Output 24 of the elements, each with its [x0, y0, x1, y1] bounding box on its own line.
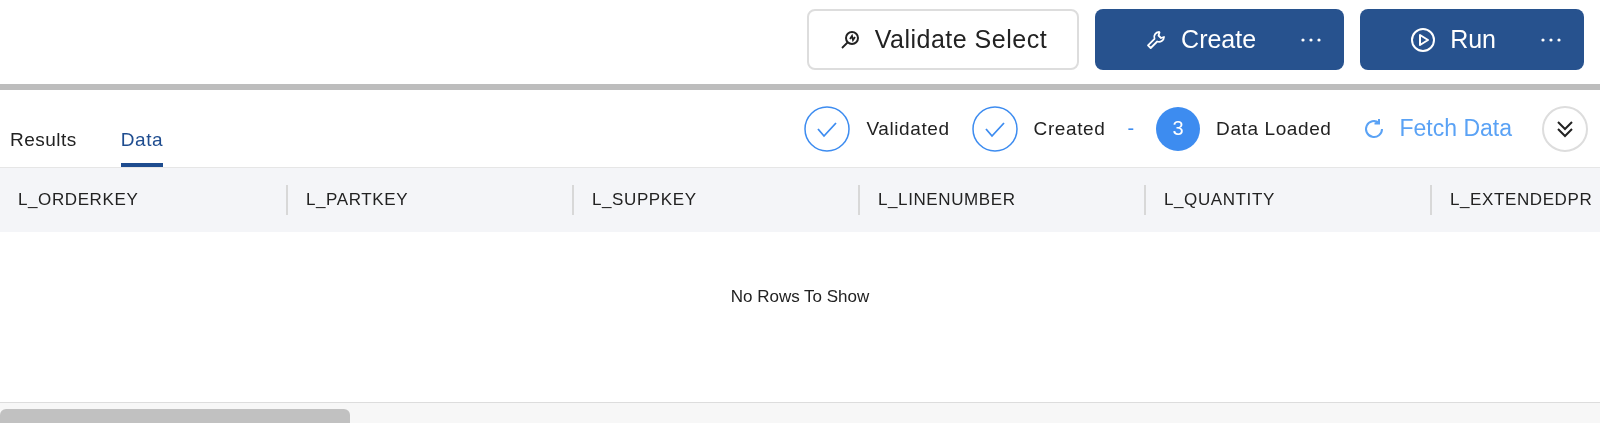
collapse-button[interactable] [1542, 105, 1588, 152]
scrollbar-thumb[interactable] [0, 409, 350, 423]
step-label: Data Loaded [1216, 117, 1332, 140]
step-separator: - [1127, 117, 1135, 141]
step-label: Validated [866, 117, 950, 140]
column-header[interactable]: L_ORDERKEY [18, 190, 139, 211]
tab[interactable]: Results [10, 90, 77, 168]
column-header[interactable]: L_EXTENDEDPR [1450, 190, 1593, 211]
toolbar-button[interactable]: Validate Select [806, 9, 1080, 70]
check-circle-icon [971, 105, 1018, 152]
check-circle-icon [804, 105, 851, 152]
toolbar-button[interactable]: Run [1360, 9, 1584, 70]
column-header[interactable]: L_LINENUMBER [878, 190, 1016, 211]
more-icon [1300, 36, 1323, 43]
column-header[interactable]: L_PARTKEY [306, 190, 409, 211]
step-number: 3 [1156, 106, 1201, 151]
more-icon [1540, 36, 1562, 43]
column-header[interactable]: L_QUANTITY [1164, 190, 1275, 211]
play-icon [1410, 26, 1437, 53]
column-header[interactable]: L_SUPPKEY [592, 190, 697, 211]
toolbar-button[interactable]: Create [1095, 9, 1345, 70]
step-label: Created [1033, 117, 1106, 140]
empty-message: No Rows To Show [730, 287, 870, 308]
wrench-icon [1145, 28, 1168, 51]
